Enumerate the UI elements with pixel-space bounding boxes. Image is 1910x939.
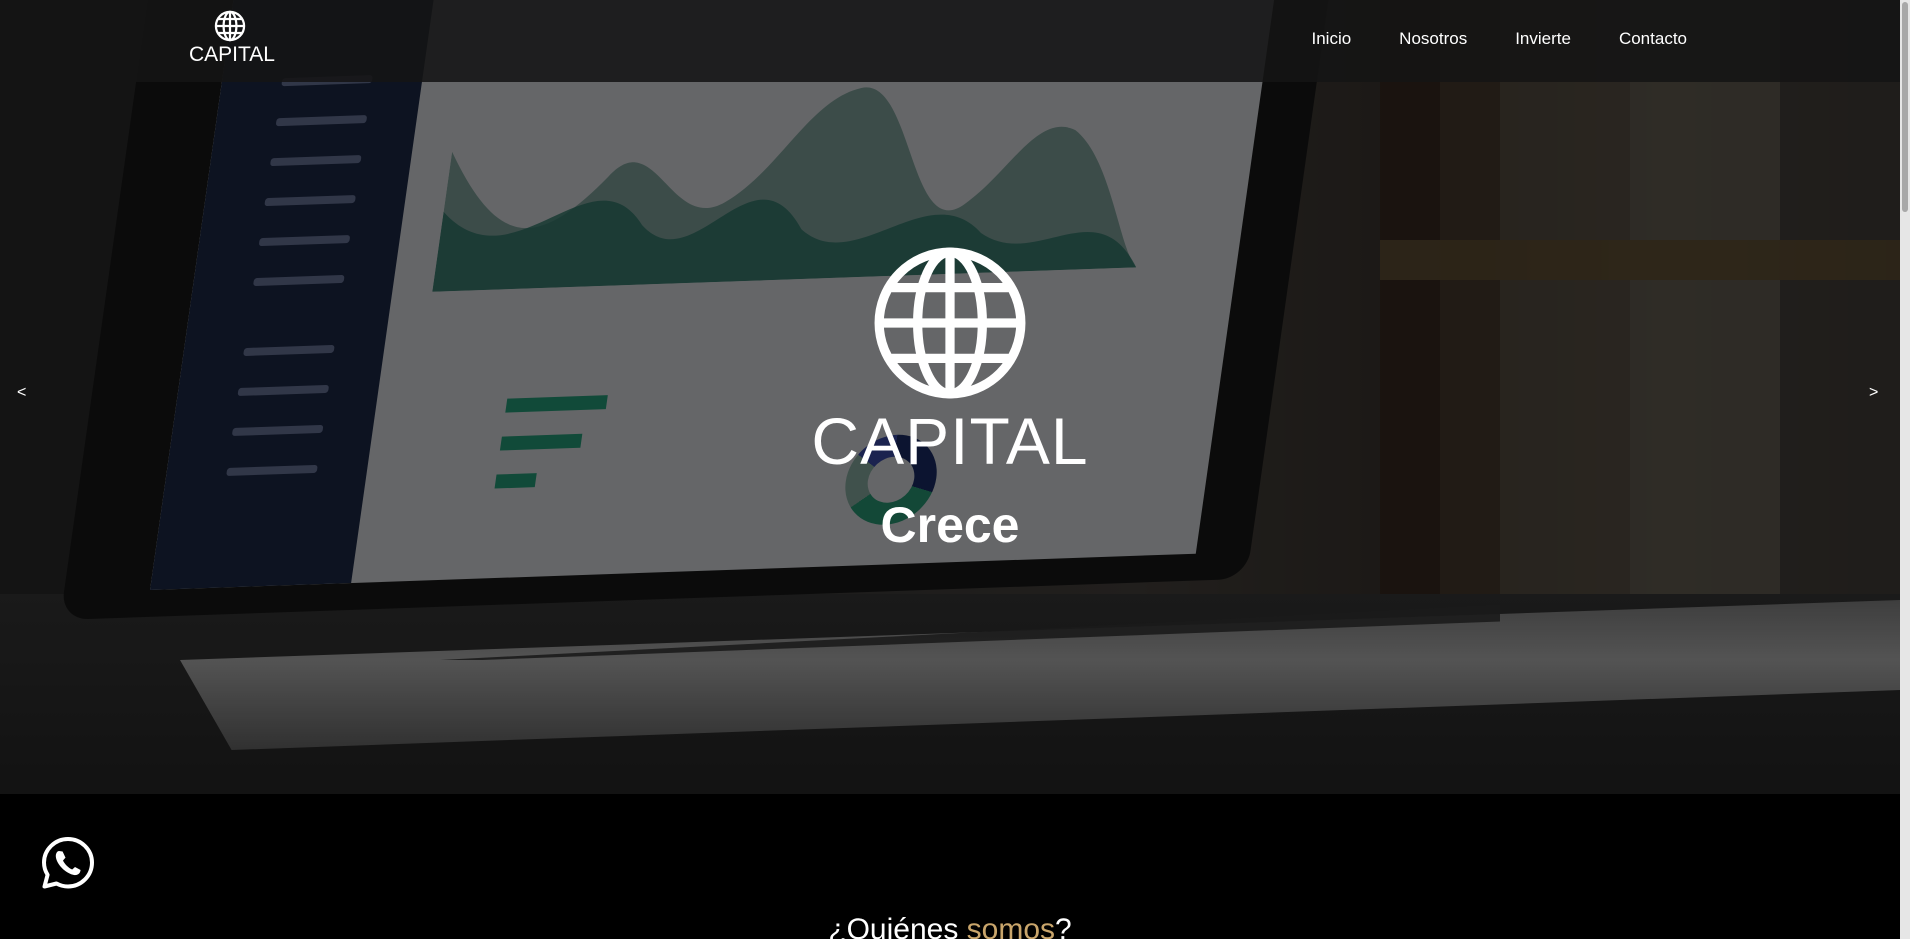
globe-icon (214, 10, 246, 42)
about-section: ¿Quiénes somos? (0, 794, 1900, 939)
nav-invierte[interactable]: Invierte (1515, 29, 1571, 49)
hero-title: CAPITAL (811, 404, 1089, 478)
carousel-prev-button[interactable]: < (17, 384, 26, 402)
brand-logo[interactable]: CAPITAL (189, 10, 275, 67)
page-scrollbar[interactable] (1900, 0, 1910, 939)
brand-text: CAPITAL (189, 43, 275, 66)
hero-content: CAPITAL Crece (0, 246, 1900, 550)
about-heading-accent: somos (966, 913, 1056, 939)
site-header: CAPITAL Inicio Nosotros Invierte Contact… (0, 0, 1900, 82)
nav-nosotros[interactable]: Nosotros (1399, 29, 1467, 49)
carousel-next-button[interactable]: > (1869, 384, 1878, 402)
whatsapp-button[interactable] (40, 835, 96, 891)
nav-contacto[interactable]: Contacto (1619, 29, 1687, 49)
main-nav: Inicio Nosotros Invierte Contacto (1311, 29, 1687, 49)
globe-icon (874, 247, 1026, 399)
scrollbar-thumb[interactable] (1902, 2, 1908, 212)
about-heading: ¿Quiénes somos? (0, 913, 1900, 939)
about-heading-suffix: ? (1055, 913, 1072, 939)
about-heading-prefix: ¿Quiénes (828, 913, 967, 939)
whatsapp-icon (42, 837, 94, 889)
nav-inicio[interactable]: Inicio (1311, 29, 1351, 49)
hero-subtitle: Crece (880, 497, 1020, 553)
